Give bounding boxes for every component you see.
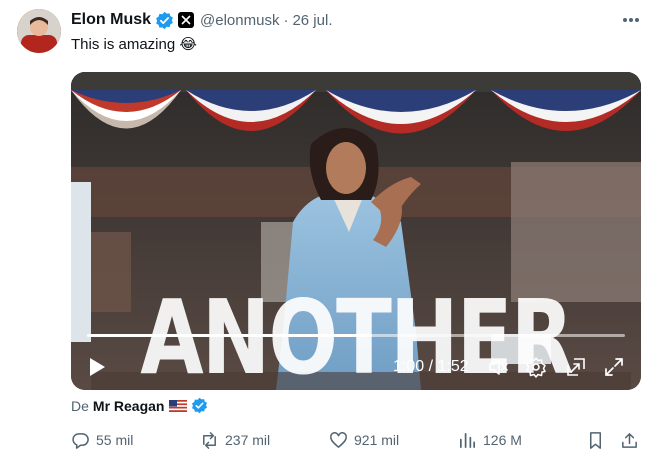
laughing-emoji: 😂 (179, 35, 197, 53)
reply-count: 55 mil (96, 432, 134, 448)
reply-button[interactable]: 55 mil (71, 428, 133, 452)
settings-gear-icon[interactable] (525, 356, 547, 378)
bar-chart-icon (459, 432, 476, 448)
header-separator: · (283, 11, 289, 29)
video-time: 1:00 / 1:52 (393, 358, 469, 375)
media-attribution: De Mr Reagan (71, 397, 208, 414)
video-overlay-text: ANOTHER (140, 279, 574, 390)
repost-count: 237 mil (225, 432, 271, 448)
views-button[interactable]: 126 M (458, 428, 522, 452)
tweet-text: This is amazing 😂 (71, 35, 197, 53)
repost-icon (203, 431, 216, 449)
tweet-date[interactable]: 26 jul. (292, 12, 332, 29)
verified-badge-icon[interactable] (191, 397, 208, 414)
fullscreen-icon[interactable] (603, 356, 625, 378)
heart-icon (330, 431, 347, 448)
repost-button[interactable]: 237 mil (200, 428, 270, 452)
video-progress-fill (87, 334, 373, 337)
views-count: 126 M (483, 432, 522, 448)
tweet-text-body: This is amazing (71, 36, 176, 53)
attribution-source[interactable]: Mr Reagan (93, 398, 165, 414)
tweet-actions: 55 mil 237 mil 921 mil 126 M (71, 428, 643, 452)
reply-icon (72, 432, 89, 449)
share-icon (622, 432, 637, 448)
x-affiliation-icon[interactable] (178, 12, 195, 28)
video-progress-bar[interactable] (87, 334, 625, 337)
picture-in-picture-icon[interactable] (565, 356, 587, 378)
share-button[interactable] (620, 428, 645, 452)
play-icon[interactable] (87, 356, 107, 378)
like-count: 921 mil (354, 432, 400, 448)
us-flag-icon (169, 399, 188, 412)
bookmark-button[interactable] (586, 428, 611, 452)
attribution-prefix: De (71, 397, 89, 414)
tweet: Elon Musk @elonmusk · 26 jul. This is am… (0, 0, 659, 467)
mute-icon[interactable] (487, 356, 509, 378)
author-handle[interactable]: @elonmusk (200, 12, 279, 29)
tweet-header: Elon Musk @elonmusk · 26 jul. (71, 9, 332, 31)
avatar[interactable] (17, 9, 61, 53)
more-options-icon[interactable] (619, 10, 643, 30)
like-button[interactable]: 921 mil (329, 428, 399, 452)
video-player[interactable]: ANOTHER 1:00 / 1:52 (71, 72, 641, 390)
verified-badge-icon[interactable] (155, 11, 174, 30)
author-name[interactable]: Elon Musk (71, 11, 151, 29)
bookmark-icon (589, 431, 602, 449)
